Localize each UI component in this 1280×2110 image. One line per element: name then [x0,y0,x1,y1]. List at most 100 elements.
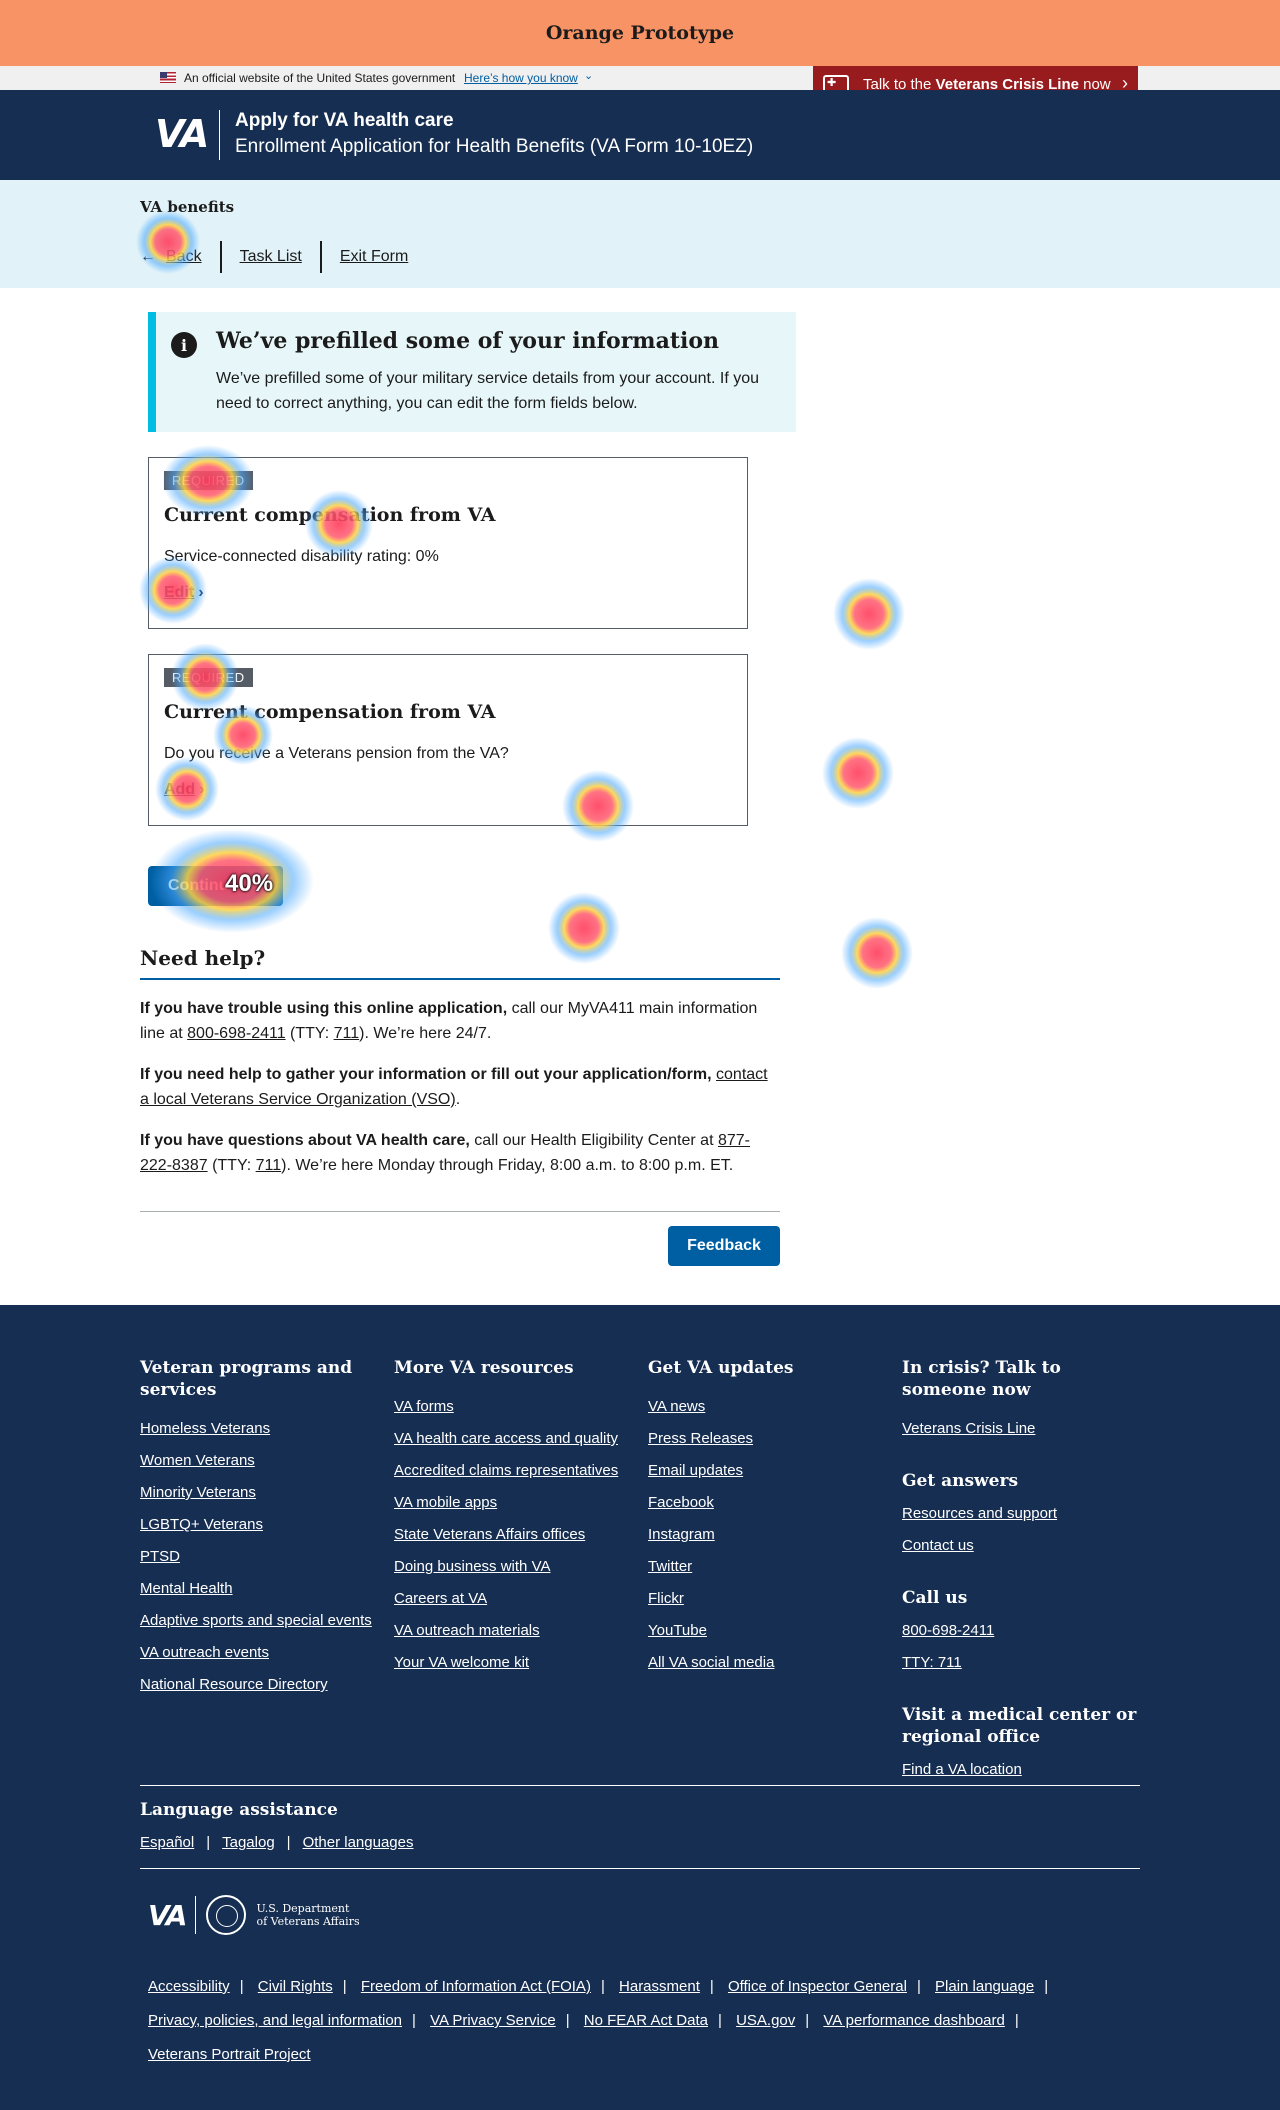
crisis-line-link[interactable]: Veterans Crisis Line [902,1419,1142,1438]
back-link[interactable]: ← Back [140,241,220,273]
va-logo[interactable]: VA [155,112,209,156]
tty-link[interactable]: TTY: 711 [902,1653,1142,1672]
footer-link[interactable]: Careers at VA [394,1589,634,1608]
footer-heading: Veteran programs and services [140,1358,353,1400]
footer-link[interactable]: Veterans Portrait Project [148,2046,311,2063]
language-assistance: Language assistance Español | Tagalog | Ot… [140,1800,414,1851]
footer-link[interactable]: Resources and support [902,1504,1142,1523]
site-header: VA Apply for VA health care Enrollment A… [0,90,1280,180]
footer-link[interactable]: VA forms [394,1397,634,1416]
footer-link[interactable]: Privacy, policies, and legal information [148,2012,402,2029]
footer-link[interactable]: Twitter [648,1557,888,1576]
phone-link[interactable]: 800-698-2411 [187,1025,285,1042]
chevron-right-icon: › [199,781,205,798]
footer-link[interactable]: National Resource Directory [140,1675,380,1694]
footer-heading: Get answers [902,1471,1019,1491]
card-description: Service-connected disability rating: 0% [164,548,439,565]
tty-link[interactable]: 711 [256,1157,282,1174]
footer-link[interactable]: YouTube [648,1621,888,1640]
footer-link[interactable]: Facebook [648,1493,888,1512]
department-name: U.S. Department of Veterans Affairs [256,1902,360,1928]
feedback-button[interactable]: Feedback [668,1226,780,1266]
site-footer: Veteran programs and services Homeless V… [0,1305,1280,2110]
footer-link[interactable]: Mental Health [140,1579,380,1598]
arrow-left-icon: ← [140,248,156,265]
breadcrumb: VA benefits ← Back Task List Exit Form [0,180,1280,288]
footer-link[interactable]: Office of Inspector General [728,1978,907,1995]
language-heading: Language assistance [140,1800,338,1820]
compensation-card: REQUIRED Current compensation from VA Se… [148,457,748,629]
info-icon: i [171,332,197,358]
heat-spot [833,578,905,650]
footer-link[interactable]: State Veterans Affairs offices [394,1525,634,1544]
exit-form-link[interactable]: Exit Form [319,241,426,273]
footer-link[interactable]: LGBTQ+ Veterans [140,1515,380,1534]
footer-link[interactable]: VA outreach events [140,1643,380,1662]
footer-link[interactable]: Instagram [648,1525,888,1544]
find-location-link[interactable]: Find a VA location [902,1760,1142,1779]
tty-link[interactable]: 711 [334,1025,360,1042]
footer-link[interactable]: Flickr [648,1589,888,1608]
va-footer-logo[interactable]: VA U.S. Department of Veterans Affairs [148,1895,360,1935]
va-logo: VA [148,1898,187,1932]
footer-link[interactable]: Civil Rights [258,1978,333,1995]
footer-link[interactable]: VA performance dashboard [823,2012,1005,2029]
va-seal-icon [206,1895,247,1935]
footer-link[interactable]: Your VA welcome kit [394,1653,634,1672]
chevron-right-icon: › [198,584,204,601]
footer-divider [140,1868,1140,1869]
footer-link[interactable]: Press Releases [648,1429,888,1448]
required-badge: REQUIRED [164,668,253,687]
footer-link[interactable]: Minority Veterans [140,1483,380,1502]
footer-heading: Get VA updates [648,1358,794,1378]
help-paragraph-1: If you have trouble using this online ap… [140,1000,758,1042]
footer-link[interactable]: Accredited claims representatives [394,1461,634,1480]
required-badge: REQUIRED [164,471,253,490]
footer-link[interactable]: PTSD [140,1547,380,1566]
card-title: Current compensation from VA [164,504,496,526]
footer-link[interactable]: Email updates [648,1461,888,1480]
footer-link[interactable]: VA health care access and quality [394,1429,634,1448]
footer-link[interactable]: Accessibility [148,1978,230,1995]
footer-link[interactable]: Doing business with VA [394,1557,634,1576]
alert-body: We’ve prefilled some of your military se… [216,370,760,412]
add-link[interactable]: Add › [164,781,204,799]
edit-link[interactable]: Edit › [164,584,204,602]
footer-heading: Call us [902,1588,968,1608]
language-link-tagalog[interactable]: Tagalog [222,1834,275,1851]
pension-card: REQUIRED Current compensation from VA Do… [148,654,748,826]
logo-divider [195,1896,197,1934]
footer-link[interactable]: Freedom of Information Act (FOIA) [361,1978,591,1995]
footer-link[interactable]: VA news [648,1397,888,1416]
gov-banner-text: An official website of the United States… [184,71,456,85]
footer-link[interactable]: VA Privacy Service [430,2012,556,2029]
heres-how-you-know-link[interactable]: Here’s how you know [464,71,578,85]
footer-col-programs: Veteran programs and services Homeless V… [140,1357,380,1707]
heatmap-percentage-label: 40% [225,870,274,897]
footer-heading: In crisis? Talk to someone now [902,1358,1061,1400]
language-link-spanish[interactable]: Español [140,1834,194,1851]
phone-link[interactable]: 800-698-2411 [902,1621,1142,1640]
footer-link[interactable]: All VA social media [648,1653,888,1672]
footer-link[interactable]: Contact us [902,1536,1142,1555]
footer-link[interactable]: VA mobile apps [394,1493,634,1512]
header-divider [219,110,220,160]
footer-link[interactable]: Homeless Veterans [140,1419,380,1438]
footer-link[interactable]: Adaptive sports and special events [140,1611,380,1630]
header-title: Apply for VA health care [235,110,454,131]
footer-link[interactable]: Harassment [619,1978,700,1995]
footer-link[interactable]: VA outreach materials [394,1621,634,1640]
prototype-title: Orange Prototype [545,22,735,44]
footer-link[interactable]: No FEAR Act Data [584,2012,708,2029]
task-list-link[interactable]: Task List [219,241,320,273]
chevron-down-icon[interactable]: ⌄ [584,69,593,82]
heat-spot [841,917,913,989]
language-link-other[interactable]: Other languages [303,1834,414,1851]
prototype-banner: Orange Prototype [0,0,1280,66]
footer-heading: More VA resources [394,1358,574,1378]
footer-link[interactable]: USA.gov [736,2012,795,2029]
footer-bottom-links: Accessibility | Civil Rights | Freedom of … [148,1978,1049,2063]
alert-heading: We’ve prefilled some of your information [216,328,720,354]
footer-link[interactable]: Plain language [935,1978,1034,1995]
footer-link[interactable]: Women Veterans [140,1451,380,1470]
